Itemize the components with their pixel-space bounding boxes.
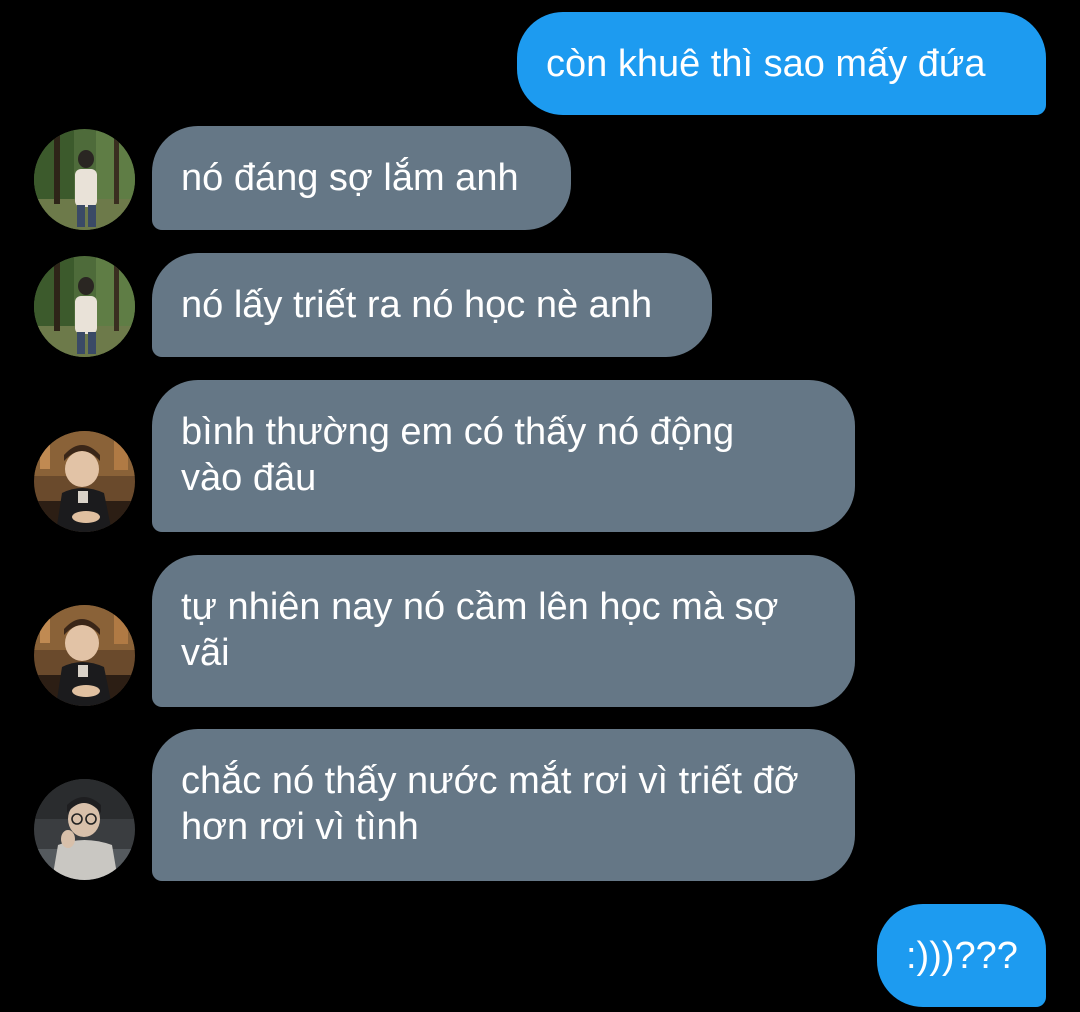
message-text: tự nhiên nay nó cầm lên học mà sợ vãi bbox=[181, 586, 779, 674]
incoming-message-bubble[interactable]: nó lấy triết ra nó học nè anh bbox=[152, 253, 712, 357]
message-text: nó lấy triết ra nó học nè anh bbox=[181, 284, 653, 326]
sender-avatar[interactable] bbox=[34, 431, 135, 532]
incoming-message-bubble[interactable]: nó đáng sợ lắm anh bbox=[152, 126, 571, 230]
message-text: nó đáng sợ lắm anh bbox=[181, 157, 519, 199]
avatar-photo-bar-icon bbox=[34, 605, 135, 706]
avatar-photo-park-icon bbox=[34, 129, 135, 230]
sender-avatar[interactable] bbox=[34, 605, 135, 706]
avatar-photo-park-icon bbox=[34, 256, 135, 357]
incoming-message-bubble[interactable]: chắc nó thấy nước mắt rơi vì triết đỡ hơ… bbox=[152, 729, 855, 881]
outgoing-message-bubble[interactable]: còn khuê thì sao mấy đứa bbox=[517, 12, 1046, 115]
message-text: chắc nó thấy nước mắt rơi vì triết đỡ hơ… bbox=[181, 760, 799, 848]
incoming-message-bubble[interactable]: tự nhiên nay nó cầm lên học mà sợ vãi bbox=[152, 555, 855, 707]
sender-avatar[interactable] bbox=[34, 129, 135, 230]
sender-avatar[interactable] bbox=[34, 256, 135, 357]
message-text: :)))??? bbox=[906, 935, 1018, 977]
message-text: bình thường em có thấy nó động vào đâu bbox=[181, 411, 735, 499]
message-text: còn khuê thì sao mấy đứa bbox=[546, 43, 986, 85]
avatar-photo-bar-icon bbox=[34, 431, 135, 532]
outgoing-message-bubble[interactable]: :)))??? bbox=[877, 904, 1046, 1007]
sender-avatar[interactable] bbox=[34, 779, 135, 880]
avatar-photo-selfie-icon bbox=[34, 779, 135, 880]
incoming-message-bubble[interactable]: bình thường em có thấy nó động vào đâu bbox=[152, 380, 855, 532]
